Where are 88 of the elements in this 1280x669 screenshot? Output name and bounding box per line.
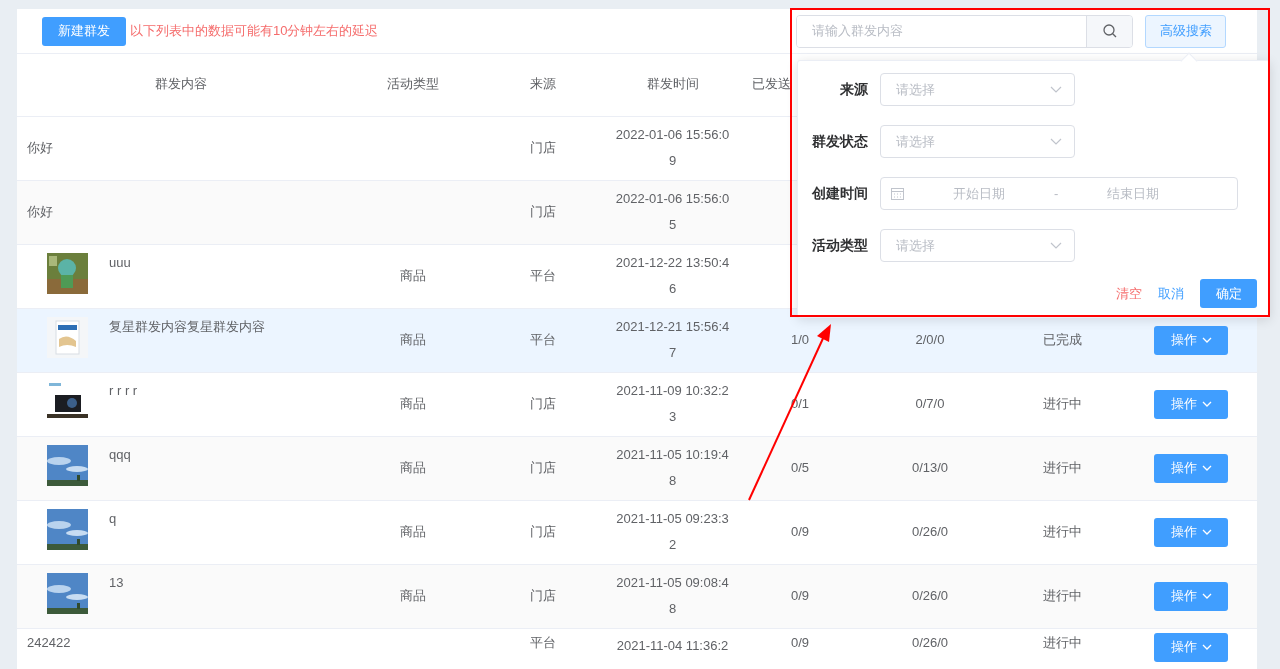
chevron-down-icon xyxy=(1201,593,1212,599)
chevron-down-icon xyxy=(1201,337,1212,343)
table-cell: 商品 xyxy=(399,588,426,604)
chevron-down-icon xyxy=(1201,529,1212,535)
table-cell-text: 2021-12-22 13:50:46 xyxy=(614,254,731,298)
table-cell: 门店 xyxy=(529,204,556,220)
table-cell-text: 2021-11-05 09:23:32 xyxy=(615,510,730,554)
table-cell: 1/0 xyxy=(790,332,810,348)
table-cell: 门店 xyxy=(529,140,556,156)
new-broadcast-button[interactable]: 新建群发 xyxy=(42,16,126,46)
table-cell-text: 2021-11-05 09:08:48 xyxy=(615,574,730,618)
table-cell-text: 2022-01-06 15:56:09 xyxy=(614,126,731,170)
chevron-down-icon xyxy=(1201,401,1212,407)
cancel-button[interactable]: 取消 xyxy=(1158,283,1184,304)
date-range-field[interactable]: 开始日期 - 结束日期 xyxy=(880,177,1238,210)
select-field[interactable]: 请选择 xyxy=(880,229,1075,262)
content-text: 13 xyxy=(109,573,124,592)
action-button[interactable]: 操作 xyxy=(1154,632,1228,662)
table-cell: 已完成 xyxy=(1043,332,1082,348)
table-cell: 进行中 xyxy=(1043,634,1082,650)
content-text: uuu xyxy=(109,253,131,272)
column-header: 已发送 xyxy=(752,75,791,91)
table-cell: 门店 xyxy=(529,588,556,604)
field-label: 活动类型 xyxy=(811,236,869,255)
table-cell: 进行中 xyxy=(1043,396,1082,412)
select-field[interactable]: 请选择 xyxy=(880,73,1075,106)
action-button[interactable]: 操作 xyxy=(1154,581,1228,611)
column-header: 群发时间 xyxy=(646,75,699,91)
notice-text: 以下列表中的数据可能有10分钟左右的延迟 xyxy=(130,22,379,41)
table-cell: 0/13/0 xyxy=(911,460,949,476)
action-button[interactable]: 操作 xyxy=(1154,453,1228,483)
table-cell: 商品 xyxy=(399,460,426,476)
search-icon xyxy=(1102,24,1117,38)
table-cell: 商品 xyxy=(399,332,426,348)
column-header: 群发内容 xyxy=(155,75,207,91)
table-cell: 0/9 xyxy=(790,524,810,540)
table-cell: 商品 xyxy=(399,524,426,540)
content-text: 复星群发内容复星群发内容 xyxy=(109,317,265,336)
table-cell: 0/9 xyxy=(790,588,810,604)
select-field[interactable]: 请选择 xyxy=(880,125,1075,158)
table-cell: 门店 xyxy=(529,524,556,540)
table-cell: 0/5 xyxy=(790,460,810,476)
action-button[interactable]: 操作 xyxy=(1154,517,1228,547)
table-cell-text: 2021-11-04 11:36:2 xyxy=(615,636,730,655)
table-cell: 进行中 xyxy=(1043,588,1082,604)
table-cell: 平台 xyxy=(529,332,556,348)
field-label: 创建时间 xyxy=(811,184,869,203)
table-cell: 0/7/0 xyxy=(915,396,945,412)
column-header: 活动类型 xyxy=(386,75,439,91)
chevron-down-icon xyxy=(1050,242,1062,249)
content-text: 242422 xyxy=(27,633,71,652)
table-cell: 0/26/0 xyxy=(911,634,949,650)
table-cell: 平台 xyxy=(529,268,556,284)
table-cell-text: 2021-11-05 10:19:48 xyxy=(615,446,730,490)
advanced-search-button[interactable]: 高级搜索 xyxy=(1145,14,1226,48)
search-button[interactable] xyxy=(1086,15,1132,47)
chevron-down-icon xyxy=(1201,465,1212,471)
table-cell: 2/0/0 xyxy=(915,332,945,348)
table-cell: 0/9 xyxy=(790,634,810,650)
table-cell: 进行中 xyxy=(1043,460,1082,476)
confirm-button[interactable]: 确定 xyxy=(1200,279,1257,308)
field-label: 群发状态 xyxy=(811,132,869,151)
table-cell: 商品 xyxy=(399,268,426,284)
field-label: 来源 xyxy=(839,80,869,99)
chevron-down-icon xyxy=(1050,86,1062,93)
table-cell: 0/26/0 xyxy=(911,524,949,540)
chevron-down-icon xyxy=(1201,644,1212,650)
action-button[interactable]: 操作 xyxy=(1154,389,1228,419)
table-cell-text: 2021-11-09 10:32:23 xyxy=(615,382,730,426)
column-header: 来源 xyxy=(529,75,556,91)
content-text: qqq xyxy=(109,445,131,464)
table-cell-text: 2022-01-06 15:56:05 xyxy=(614,190,731,234)
table-cell: 平台 xyxy=(529,634,556,650)
table-cell: 进行中 xyxy=(1043,524,1082,540)
search-box[interactable]: 请输入群发内容 xyxy=(796,14,1133,48)
action-button[interactable]: 操作 xyxy=(1154,325,1228,355)
content-text: q xyxy=(109,509,117,528)
table-cell: 商品 xyxy=(399,396,426,412)
content-text: 你好 xyxy=(27,203,53,222)
table-cell-text: 2021-12-21 15:56:47 xyxy=(614,318,731,362)
content-text: 你好 xyxy=(27,139,53,158)
chevron-down-icon xyxy=(1050,138,1062,145)
clear-button[interactable]: 清空 xyxy=(1116,283,1142,304)
content-text: r r r r xyxy=(109,381,138,400)
table-cell: 门店 xyxy=(529,460,556,476)
calendar-icon xyxy=(891,187,904,200)
table-cell: 门店 xyxy=(529,396,556,412)
table-cell: 0/26/0 xyxy=(911,588,949,604)
